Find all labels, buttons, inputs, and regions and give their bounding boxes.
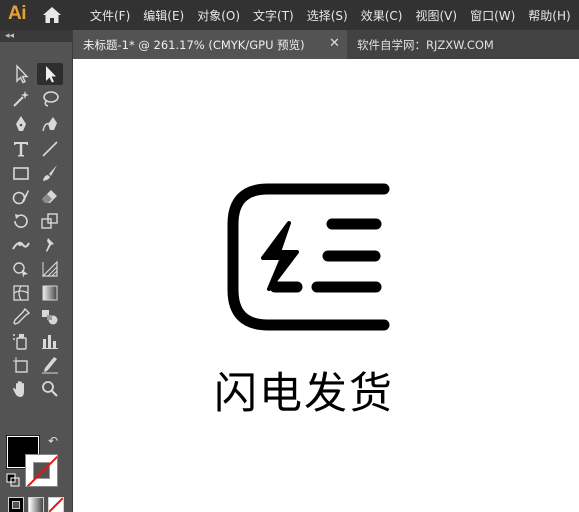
- document-tab-bar: 未标题-1* @ 261.17% (CMYK/GPU 预览) ✕ 软件自学网：R…: [73, 30, 579, 59]
- selection-tool-icon[interactable]: [8, 63, 34, 85]
- lightning-delivery-icon[interactable]: [227, 183, 391, 331]
- eyedropper-tool-icon[interactable]: [8, 306, 34, 328]
- shape-builder-tool-icon[interactable]: [8, 258, 34, 280]
- blend-tool-icon[interactable]: [37, 306, 63, 328]
- paintbrush-tool-icon[interactable]: [37, 162, 63, 184]
- line-segment-tool-icon[interactable]: [37, 138, 63, 160]
- default-fill-stroke-icon[interactable]: [6, 473, 20, 487]
- perspective-grid-tool-icon[interactable]: [37, 258, 63, 280]
- collapse-icon[interactable]: ◂◂: [5, 30, 14, 42]
- menu-object[interactable]: 对象(O): [197, 7, 240, 24]
- magic-wand-tool-icon[interactable]: [8, 88, 34, 110]
- direct-selection-tool-icon[interactable]: [37, 63, 63, 85]
- document-tab[interactable]: 未标题-1* @ 261.17% (CMYK/GPU 预览) ✕: [73, 30, 347, 59]
- menu-edit[interactable]: 编辑(E): [143, 7, 184, 24]
- symbol-sprayer-tool-icon[interactable]: [8, 330, 34, 352]
- zoom-tool-icon[interactable]: [37, 378, 63, 400]
- lasso-tool-icon[interactable]: [37, 88, 63, 110]
- menu-view[interactable]: 视图(V): [415, 7, 457, 24]
- color-mode-button[interactable]: [8, 497, 24, 512]
- watermark-text: 软件自学网：RJZXW.COM: [357, 38, 494, 52]
- document-tab-title: 未标题-1* @ 261.17% (CMYK/GPU 预览): [83, 37, 305, 52]
- menu-bar: Ai 文件(F) 编辑(E) 对象(O) 文字(T) 选择(S) 效果(C) 视…: [0, 0, 579, 30]
- menu-file[interactable]: 文件(F): [90, 7, 130, 24]
- width-tool-icon[interactable]: [8, 234, 34, 256]
- artwork-caption[interactable]: 闪电发货: [214, 359, 394, 421]
- gradient-mode-button[interactable]: [28, 497, 44, 512]
- menu-effect[interactable]: 效果(C): [361, 7, 403, 24]
- close-icon[interactable]: ✕: [329, 37, 340, 51]
- menu-help[interactable]: 帮助(H): [528, 7, 570, 24]
- menu-type[interactable]: 文字(T): [253, 7, 294, 24]
- home-icon[interactable]: [42, 6, 62, 24]
- gradient-tool-icon[interactable]: [37, 282, 63, 304]
- none-mode-button[interactable]: [48, 497, 64, 512]
- curvature-tool-icon[interactable]: [37, 113, 63, 135]
- shaper-tool-icon[interactable]: [8, 186, 34, 208]
- rectangle-tool-icon[interactable]: [8, 162, 34, 184]
- app-logo: Ai: [8, 3, 27, 24]
- none-slash: [26, 455, 57, 486]
- slice-tool-icon[interactable]: [37, 354, 63, 376]
- puppet-warp-tool-icon[interactable]: [37, 234, 63, 256]
- menu-select[interactable]: 选择(S): [307, 7, 348, 24]
- menu-items: 文件(F) 编辑(E) 对象(O) 文字(T) 选择(S) 效果(C) 视图(V…: [90, 0, 571, 30]
- stroke-swatch[interactable]: [25, 454, 58, 487]
- eraser-tool-icon[interactable]: [37, 186, 63, 208]
- pen-tool-icon[interactable]: [8, 113, 34, 135]
- type-tool-icon[interactable]: [8, 138, 34, 160]
- swap-fill-stroke-icon[interactable]: ↶: [48, 434, 58, 448]
- scale-tool-icon[interactable]: [37, 210, 63, 232]
- artboard-canvas[interactable]: 闪电发货: [73, 59, 579, 512]
- column-graph-tool-icon[interactable]: [37, 330, 63, 352]
- mesh-tool-icon[interactable]: [8, 282, 34, 304]
- hand-tool-icon[interactable]: [8, 378, 34, 400]
- panel-header: ◂◂: [0, 30, 72, 42]
- artboard-tool-icon[interactable]: [8, 354, 34, 376]
- rotate-tool-icon[interactable]: [8, 210, 34, 232]
- menu-window[interactable]: 窗口(W): [470, 7, 515, 24]
- tools-panel: ◂◂ ↶: [0, 30, 73, 512]
